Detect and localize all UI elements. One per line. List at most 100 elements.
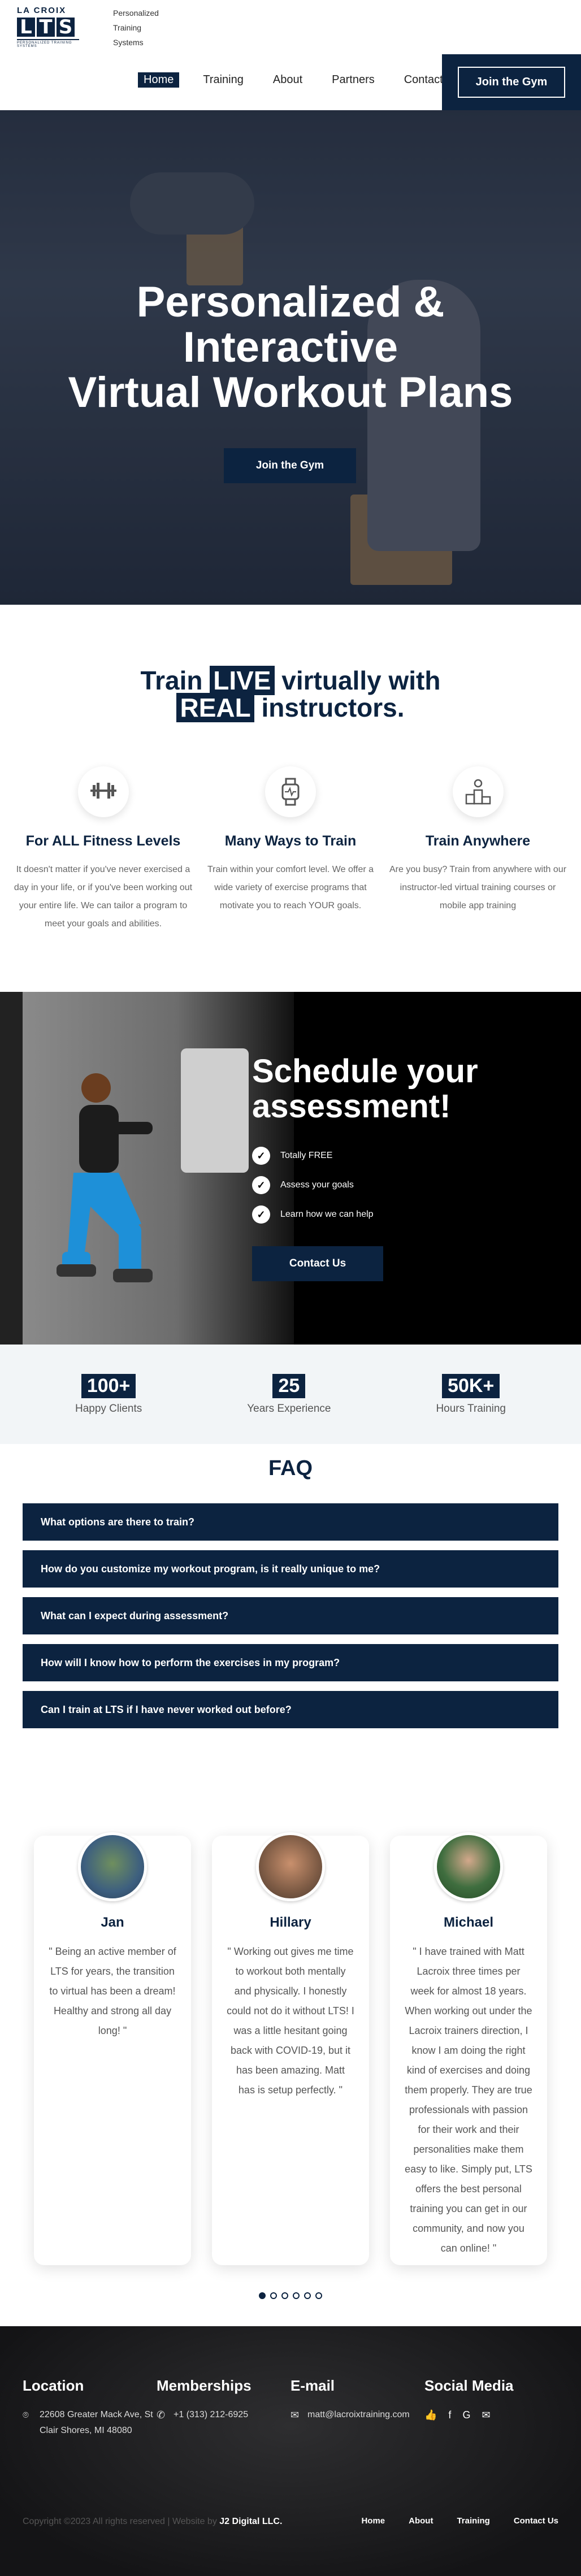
testimonial-card: Michael " I have trained with Matt Lacro… xyxy=(390,1832,547,2265)
schedule-title: Schedule your assessment! xyxy=(252,1054,478,1124)
barbell-icon xyxy=(77,766,129,817)
feature-card: Many Ways to Train Train within your com… xyxy=(199,766,383,933)
benefit-text: Learn how we can help xyxy=(280,1209,374,1219)
footer-columns: Location ⌾ 22608 Greater Mack Ave, St Cl… xyxy=(23,2377,558,2439)
logo-top-text: LA CROIX xyxy=(17,6,67,15)
nav-contact[interactable]: Contact xyxy=(398,72,449,88)
stat-years-experience: 25 Years Experience xyxy=(247,1373,331,1415)
logo-letter: T xyxy=(37,18,55,37)
carousel-dot[interactable] xyxy=(293,2292,300,2299)
schedule-title-line: assessment! xyxy=(252,1088,451,1125)
list-item: ✓ Assess your goals xyxy=(252,1176,374,1194)
live-heading-text: Train xyxy=(140,666,203,695)
email-row: ✉ matt@lacroixtraining.com xyxy=(290,2407,424,2423)
faq-item[interactable]: How do you customize my workout program,… xyxy=(23,1550,558,1588)
logo-sub-text: PERSONALIZED TRAINING SYSTEMS xyxy=(17,41,72,48)
footer-link-home[interactable]: Home xyxy=(361,2516,385,2531)
hero-title-line: Personalized & xyxy=(136,278,445,326)
nav-about[interactable]: About xyxy=(267,72,308,88)
live-highlight: LIVE xyxy=(210,666,275,695)
testimonial-text: " Working out gives me time to workout b… xyxy=(227,1946,354,2096)
hero-title: Personalized & Interactive Virtual Worko… xyxy=(0,280,581,415)
testimonials-row: Jan " Being an active member of LTS for … xyxy=(0,1728,581,2265)
check-icon: ✓ xyxy=(252,1147,270,1165)
footer-link-contact[interactable]: Contact Us xyxy=(514,2516,558,2531)
stat-label: Hours Training xyxy=(436,1402,506,1415)
carousel-dot[interactable] xyxy=(270,2292,277,2299)
benefit-text: Totally FREE xyxy=(280,1151,333,1160)
email-icon[interactable]: ✉ xyxy=(482,2409,490,2421)
logo-rule xyxy=(17,39,79,40)
features-row: For ALL Fitness Levels It doesn't matter… xyxy=(0,721,581,933)
footer-heading: Memberships xyxy=(157,2377,252,2394)
join-gym-header-panel: Join the Gym xyxy=(442,54,581,110)
schedule-section: Schedule your assessment! ✓ Totally FREE … xyxy=(0,992,581,1345)
google-icon[interactable]: G xyxy=(462,2409,470,2421)
nav-home[interactable]: Home xyxy=(138,72,180,88)
faq-title: FAQ xyxy=(268,1456,313,1480)
carousel-dot[interactable] xyxy=(315,2292,322,2299)
footer-heading: E-mail xyxy=(290,2377,335,2394)
hero-title-line: Interactive xyxy=(183,323,398,371)
footer-link-training[interactable]: Training xyxy=(457,2516,489,2531)
carousel-dot[interactable] xyxy=(304,2292,311,2299)
live-heading-text: virtually with xyxy=(281,666,441,695)
avatar xyxy=(256,1832,325,1901)
phone-link[interactable]: +1 (313) 212-6925 xyxy=(174,2407,248,2423)
thumbs-up-icon[interactable]: 👍 xyxy=(424,2409,437,2421)
schedule-benefits-list: ✓ Totally FREE ✓ Assess your goals ✓ Learn … xyxy=(252,1147,374,1235)
contact-us-button[interactable]: Contact Us xyxy=(252,1246,383,1281)
facebook-icon[interactable]: f xyxy=(448,2409,451,2421)
stat-label: Years Experience xyxy=(247,1402,331,1415)
nav-training[interactable]: Training xyxy=(197,72,249,88)
podium-icon xyxy=(452,766,504,817)
stat-hours-training: 50K+ Hours Training xyxy=(436,1373,506,1415)
faq-item[interactable]: What can I expect during assessment? xyxy=(23,1597,558,1634)
credit-link[interactable]: J2 Digital LLC. xyxy=(219,2517,282,2526)
carousel-dot[interactable] xyxy=(259,2292,266,2299)
faq-item[interactable]: What options are there to train? xyxy=(23,1503,558,1541)
hero-title-line: Virtual Workout Plans xyxy=(68,368,513,417)
feature-card: For ALL Fitness Levels It doesn't matter… xyxy=(11,766,195,933)
nav-partners[interactable]: Partners xyxy=(326,72,380,88)
faq-item[interactable]: How will I know how to perform the exerc… xyxy=(23,1644,558,1681)
stat-number: 50K+ xyxy=(442,1373,500,1398)
site-header: LA CROIX LTS PERSONALIZED TRAINING SYSTE… xyxy=(0,0,581,110)
feature-text: It doesn't matter if you've never exerci… xyxy=(14,865,193,929)
testimonial-name: Hillary xyxy=(270,1915,311,1930)
carousel-dots xyxy=(0,2292,581,2299)
phone-row: ✆ +1 (313) 212-6925 xyxy=(157,2407,290,2423)
live-heading-text: instructors. xyxy=(261,693,405,722)
faq-section: FAQ What options are there to train? How… xyxy=(0,1444,581,1728)
address-text: 22608 Greater Mack Ave, St Clair Shores,… xyxy=(40,2410,153,2435)
footer-link-about[interactable]: About xyxy=(409,2516,433,2531)
site-footer: Location ⌾ 22608 Greater Mack Ave, St Cl… xyxy=(0,2326,581,2576)
faq-item[interactable]: Can I train at LTS if I have never worke… xyxy=(23,1691,558,1728)
stats-section: 100+ Happy Clients 25 Years Experience 5… xyxy=(0,1345,581,1444)
footer-background xyxy=(0,2326,581,2576)
footer-memberships: Memberships ✆ +1 (313) 212-6925 xyxy=(157,2377,290,2439)
photo-equipment xyxy=(181,1048,249,1173)
footer-email: E-mail ✉ matt@lacroixtraining.com xyxy=(290,2377,424,2439)
footer-location: Location ⌾ 22608 Greater Mack Ave, St Cl… xyxy=(23,2377,157,2439)
site-logo[interactable]: LA CROIX LTS PERSONALIZED TRAINING SYSTE… xyxy=(17,6,79,48)
hero-section: Personalized & Interactive Virtual Worko… xyxy=(0,110,581,605)
testimonials-section: Jan " Being an active member of LTS for … xyxy=(0,1728,581,2299)
check-icon: ✓ xyxy=(252,1205,270,1224)
stat-happy-clients: 100+ Happy Clients xyxy=(75,1373,142,1415)
footer-heading: Social Media xyxy=(424,2377,514,2394)
join-gym-header-button[interactable]: Join the Gym xyxy=(457,67,566,98)
testimonial-text: " I have trained with Matt Lacroix three… xyxy=(405,1946,532,2254)
email-link[interactable]: matt@lacroixtraining.com xyxy=(307,2407,410,2423)
logo-letter: S xyxy=(57,18,75,37)
main-nav: Home Training About Partners Contact xyxy=(129,72,458,88)
photo-rack xyxy=(0,992,23,1345)
stat-label: Happy Clients xyxy=(75,1402,142,1415)
live-section: Train LIVE virtually with REAL instructo… xyxy=(0,605,581,933)
logo-mark: LTS xyxy=(17,18,79,37)
feature-text: Are you busy? Train from anywhere with o… xyxy=(389,865,567,910)
carousel-dot[interactable] xyxy=(281,2292,288,2299)
envelope-icon: ✉ xyxy=(290,2409,300,2421)
testimonial-card: Jan " Being an active member of LTS for … xyxy=(34,1832,191,2265)
hero-join-button[interactable]: Join the Gym xyxy=(224,448,356,483)
